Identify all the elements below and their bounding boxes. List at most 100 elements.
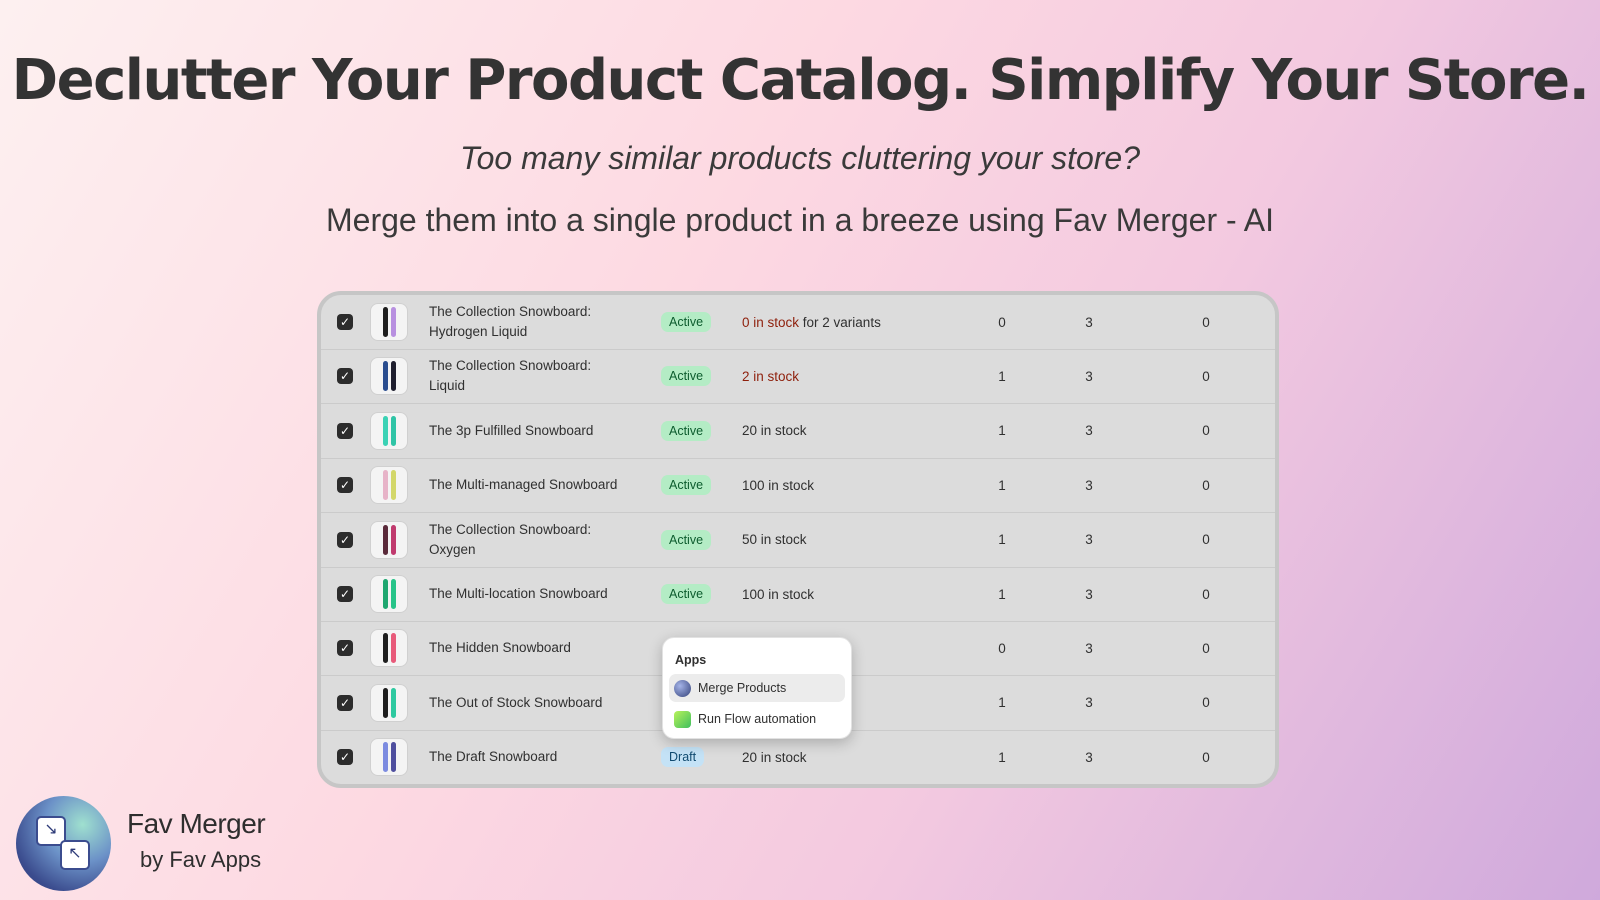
product-thumbnail (370, 520, 408, 559)
status-badge: Active (661, 420, 712, 441)
menu-item-label: Run Flow automation (698, 712, 817, 726)
count-cell: 3 (1085, 314, 1093, 330)
brand-by: by Fav Apps (140, 847, 262, 872)
status-badge: Active (661, 366, 712, 387)
count-cell: 0 (1202, 695, 1210, 711)
count-cell: 0 (998, 640, 1006, 656)
row-checkbox[interactable]: ✓ (337, 314, 353, 330)
merge-products-menu-item[interactable]: Merge Products (669, 674, 845, 702)
subtitle: Too many similar products cluttering you… (460, 140, 1140, 176)
inventory-text: 2 in stock (742, 369, 799, 384)
count-cell: 1 (998, 368, 1006, 384)
snowboard-icon (382, 524, 388, 555)
snowboard-icon (390, 742, 396, 773)
row-checkbox[interactable]: ✓ (337, 368, 353, 385)
snowboard-icon (390, 687, 396, 718)
row-checkbox[interactable]: ✓ (337, 477, 353, 494)
product-name[interactable]: The Out of Stock Snowboard (429, 693, 629, 713)
row-checkbox[interactable]: ✓ (337, 749, 353, 766)
arrow-out-icon: ↖ (60, 840, 90, 870)
product-name[interactable]: The 3p Fulfilled Snowboard (429, 421, 629, 441)
count-cell: 1 (998, 477, 1006, 493)
count-cell: 1 (998, 695, 1006, 711)
row-checkbox[interactable]: ✓ (337, 586, 353, 602)
product-thumbnail (370, 411, 408, 450)
inventory-text: 50 in stock (742, 532, 807, 547)
inventory-text: 20 in stock (742, 750, 807, 765)
stock-text: 100 in stock (742, 586, 815, 602)
count-cell: 3 (1085, 477, 1093, 493)
headline: Declutter Your Product Catalog. Simplify… (11, 48, 1590, 113)
snowboard-icon (390, 579, 396, 609)
snowboard-icon (382, 742, 388, 773)
table-row[interactable]: ✓ The Collection Snowboard: Hydrogen Liqu… (321, 295, 1275, 350)
status-badge: Active (661, 529, 712, 550)
count-cell: 0 (1202, 477, 1210, 493)
stock-text: 50 in stock (742, 532, 807, 548)
inventory-text: 100 in stock (742, 478, 814, 493)
snowboard-icon (382, 470, 388, 501)
count-cell: 3 (1085, 640, 1093, 656)
count-cell: 0 (1202, 749, 1210, 765)
product-name[interactable]: The Collection Snowboard: Oxygen (429, 520, 629, 560)
table-row[interactable]: ✓ The Collection Snowboard: Liquid Active 2… (321, 349, 1275, 405)
row-checkbox[interactable]: ✓ (337, 422, 353, 439)
snowboard-icon (382, 307, 388, 337)
inventory-text: 0 in stock for 2 variants (742, 315, 881, 330)
count-cell: 1 (998, 749, 1006, 765)
table-row[interactable]: ✓ The Collection Snowboard: Oxygen Active 5… (321, 513, 1275, 568)
popup-title: Apps (675, 653, 707, 667)
product-thumbnail (370, 466, 408, 505)
status-badge: Draft (661, 747, 705, 768)
snowboard-icon (382, 687, 388, 718)
flow-icon (674, 710, 691, 728)
count-cell: 0 (1202, 368, 1210, 384)
product-name[interactable]: The Collection Snowboard: Liquid (429, 356, 629, 396)
snowboard-icon (382, 633, 388, 664)
row-checkbox[interactable]: ✓ (337, 531, 353, 548)
product-thumbnail (370, 575, 408, 613)
snowboard-icon (390, 361, 396, 392)
product-name[interactable]: The Collection Snowboard: Hydrogen Liqui… (429, 302, 629, 342)
snowboard-icon (390, 524, 396, 555)
count-cell: 3 (1085, 368, 1093, 384)
count-cell: 0 (1202, 640, 1210, 656)
count-cell: 1 (998, 532, 1006, 548)
product-name[interactable]: The Multi-managed Snowboard (429, 475, 629, 495)
status-badge: Active (661, 475, 712, 496)
row-checkbox[interactable]: ✓ (337, 694, 353, 711)
table-row[interactable]: ✓ The 3p Fulfilled Snowboard Active 20 in s… (321, 404, 1275, 459)
row-checkbox[interactable]: ✓ (337, 640, 353, 657)
brand-name: Fav Merger (127, 808, 266, 839)
product-thumbnail (370, 357, 408, 396)
stock-text: 20 in stock (742, 423, 807, 439)
count-cell: 0 (1202, 532, 1210, 548)
stock-warning: 2 in stock (742, 368, 800, 384)
snowboard-icon (390, 415, 396, 446)
stock-text: 100 in stock (742, 477, 815, 493)
brand-logo: ↘ ↖ (16, 796, 111, 891)
snowboard-icon (382, 579, 388, 609)
merge-products-icon (674, 679, 691, 697)
count-cell: 3 (1085, 532, 1093, 548)
run-flow-menu-item[interactable]: Run Flow automation (669, 705, 845, 733)
product-name[interactable]: The Hidden Snowboard (429, 638, 629, 658)
product-name[interactable]: The Multi-location Snowboard (429, 584, 629, 604)
table-row[interactable]: ✓ The Multi-location Snowboard Active 100 i… (321, 567, 1275, 622)
count-cell: 0 (1202, 314, 1210, 330)
count-cell: 3 (1085, 749, 1093, 765)
tagline: Merge them into a single product in a br… (325, 202, 1275, 238)
count-cell: 3 (1085, 695, 1093, 711)
product-thumbnail (370, 683, 408, 722)
stock-warning: 0 in stock (742, 314, 800, 330)
stock-text: for 2 variants (799, 314, 881, 330)
product-name[interactable]: The Draft Snowboard (429, 747, 629, 767)
table-row[interactable]: ✓ The Multi-managed Snowboard Active 100 in… (321, 458, 1275, 514)
count-cell: 0 (998, 314, 1006, 330)
inventory-text: 20 in stock (742, 423, 807, 438)
snowboard-icon (382, 361, 388, 392)
count-cell: 1 (998, 423, 1006, 439)
product-thumbnail (370, 738, 408, 777)
count-cell: 3 (1085, 586, 1093, 602)
inventory-text: 100 in stock (742, 587, 814, 602)
